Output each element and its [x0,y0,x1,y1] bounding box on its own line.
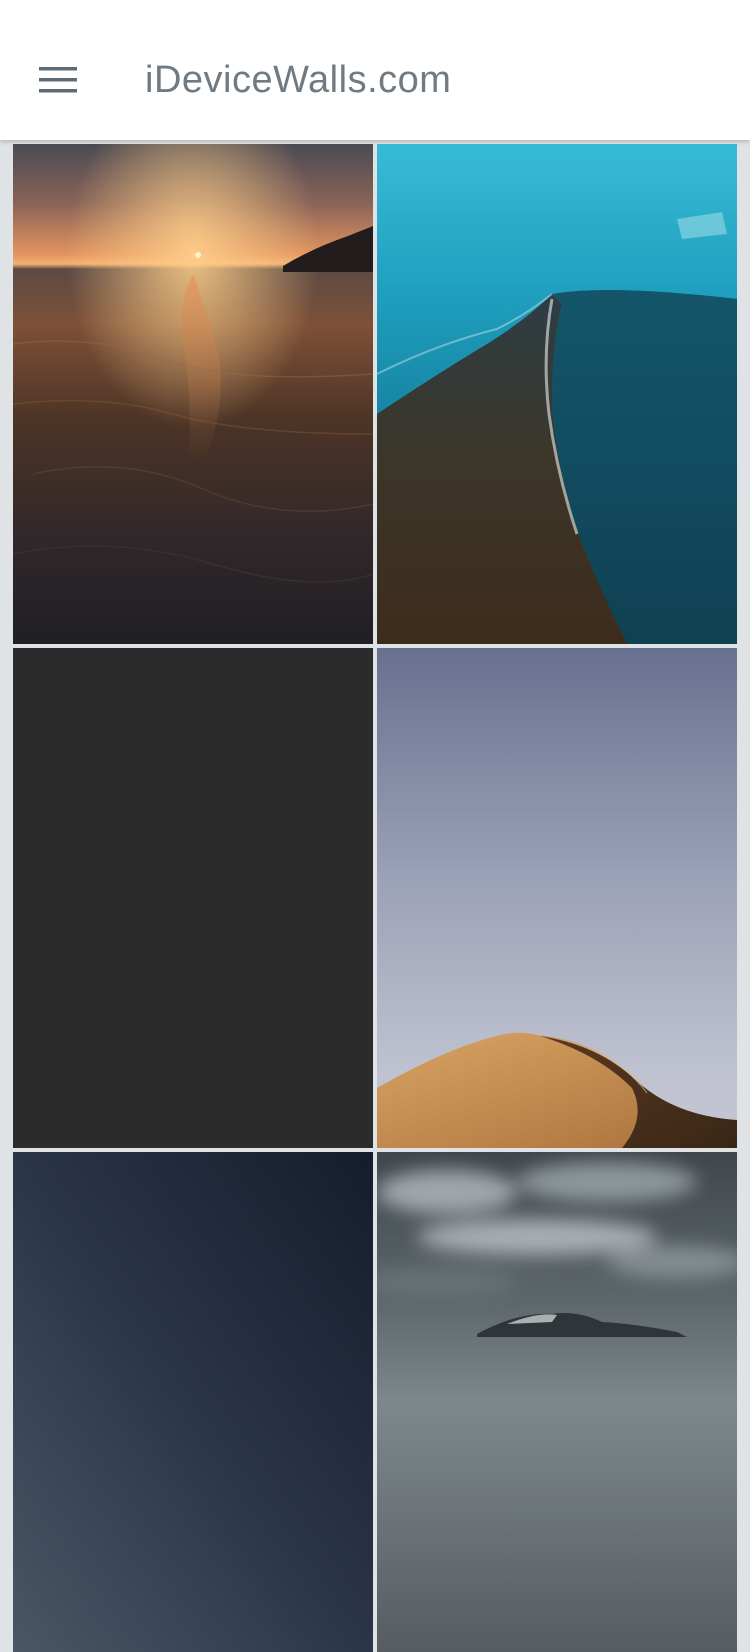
wallpaper-turquoise-coast-image [377,144,737,644]
app-title[interactable]: iDeviceWalls.com [145,56,451,104]
wallpaper-sunset-beach-image [13,144,373,644]
wallpaper-cloudy-mountains-image [377,1152,737,1652]
wallpaper-desert-dune[interactable] [377,648,737,1148]
wallpaper-night-sky[interactable] [13,1152,373,1652]
wallpaper-desert-dune-image [377,648,737,1148]
wallpaper-turquoise-coast[interactable] [377,144,737,644]
wallpaper-sunset-beach[interactable] [13,144,373,644]
hamburger-menu-icon [39,67,77,93]
wallpaper-dark-gray[interactable] [13,648,373,1148]
wallpaper-cloudy-mountains[interactable] [377,1152,737,1652]
menu-button[interactable] [26,52,90,108]
wallpaper-grid [13,144,737,1652]
app-bar: iDeviceWalls.com [0,0,750,140]
wallpaper-night-sky-image [13,1152,373,1652]
wallpaper-dark-gray-image [13,648,373,1148]
